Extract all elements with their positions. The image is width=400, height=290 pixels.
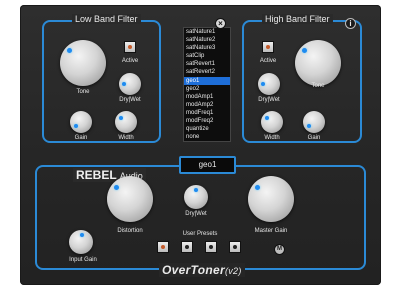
knob-indicator (122, 82, 126, 86)
led-indicator (209, 245, 213, 249)
input-gain-label: Input Gain (69, 257, 97, 263)
low-gain-knob[interactable] (70, 111, 92, 133)
plugin-window: { "low_band_filter": { "title": "Low Ban… (0, 0, 400, 290)
preset-item[interactable]: satNature1 (184, 28, 230, 36)
high-gain-label: Gain (307, 135, 321, 141)
high-band-filter-title: High Band Filter (262, 14, 333, 24)
current-preset-display[interactable]: geo1 (179, 156, 236, 174)
distortion-label: Distortion (117, 228, 143, 234)
low-active-label: Active (121, 58, 139, 64)
knob-indicator (265, 116, 269, 120)
preset-item[interactable]: satNature2 (184, 36, 230, 44)
product-version: (v2) (224, 266, 242, 276)
info-icon[interactable]: i (345, 18, 356, 29)
preset-item-selected[interactable]: geo1 (184, 76, 230, 85)
preset-item[interactable]: modFreq1 (184, 109, 230, 117)
preset-item[interactable]: satRevert1 (184, 60, 230, 68)
low-tone-label: Tone (76, 89, 90, 95)
preset-item[interactable]: none (184, 133, 230, 141)
high-tone-label: Tone (311, 83, 325, 89)
input-gain-knob[interactable] (69, 230, 93, 254)
low-drywet-knob[interactable] (119, 73, 141, 95)
user-preset-3-button[interactable] (205, 241, 217, 253)
led-indicator (266, 45, 270, 49)
low-band-filter-panel: Low Band Filter (42, 14, 161, 143)
low-width-knob[interactable] (115, 111, 137, 133)
knob-indicator (114, 185, 119, 190)
low-active-button[interactable] (124, 41, 136, 53)
high-active-label: Active (259, 58, 277, 64)
knob-indicator (194, 188, 198, 192)
knob-indicator (261, 82, 265, 86)
knob-indicator (80, 233, 84, 237)
preset-list[interactable]: satNature1 satNature2 satNature3 satClip… (183, 27, 231, 142)
plugin-body: Low Band Filter Tone Active Dry|Wet Gain… (20, 5, 381, 285)
high-active-button[interactable] (262, 41, 274, 53)
user-presets-label: User Presets (182, 231, 218, 237)
preset-item[interactable]: satClip (184, 52, 230, 60)
preset-item[interactable]: satNature3 (184, 44, 230, 52)
knob-indicator (67, 48, 72, 53)
knob-indicator (74, 124, 78, 128)
preset-item[interactable]: modAmp1 (184, 93, 230, 101)
led-indicator (233, 245, 237, 249)
high-tone-knob[interactable] (295, 40, 341, 86)
user-preset-4-button[interactable] (229, 241, 241, 253)
low-band-filter-title: Low Band Filter (72, 14, 141, 24)
preset-item[interactable]: modAmp2 (184, 101, 230, 109)
main-drywet-label: Dry|Wet (185, 211, 207, 217)
preset-item[interactable]: satRevert2 (184, 68, 230, 76)
low-width-label: Width (118, 135, 134, 141)
high-width-knob[interactable] (261, 111, 283, 133)
preset-item[interactable]: geo2 (184, 85, 230, 93)
user-preset-2-button[interactable] (181, 241, 193, 253)
high-drywet-label: Dry|Wet (258, 97, 280, 103)
led-indicator (161, 245, 165, 249)
knob-indicator (255, 185, 260, 190)
product-name: OverToner (162, 263, 225, 277)
knob-indicator (302, 48, 307, 53)
main-drywet-knob[interactable] (184, 185, 208, 209)
master-gain-label: Master Gain (254, 228, 288, 234)
knob-indicator (307, 124, 311, 128)
close-icon[interactable]: × (215, 18, 226, 29)
preset-item[interactable]: modFreq2 (184, 117, 230, 125)
high-drywet-knob[interactable] (258, 73, 280, 95)
high-gain-knob[interactable] (303, 111, 325, 133)
user-preset-1-button[interactable] (157, 241, 169, 253)
led-indicator (185, 245, 189, 249)
low-gain-label: Gain (74, 135, 88, 141)
low-tone-knob[interactable] (60, 40, 106, 86)
preset-item[interactable]: quantize (184, 125, 230, 133)
product-title: OverToner(v2) (159, 263, 245, 277)
m-logo-icon: M (274, 244, 285, 255)
high-width-label: Width (264, 135, 280, 141)
brand-name: REBEL (76, 168, 117, 182)
low-drywet-label: Dry|Wet (119, 97, 141, 103)
distortion-knob[interactable] (107, 176, 153, 222)
master-gain-knob[interactable] (248, 176, 294, 222)
led-indicator (128, 45, 132, 49)
knob-indicator (119, 116, 123, 120)
